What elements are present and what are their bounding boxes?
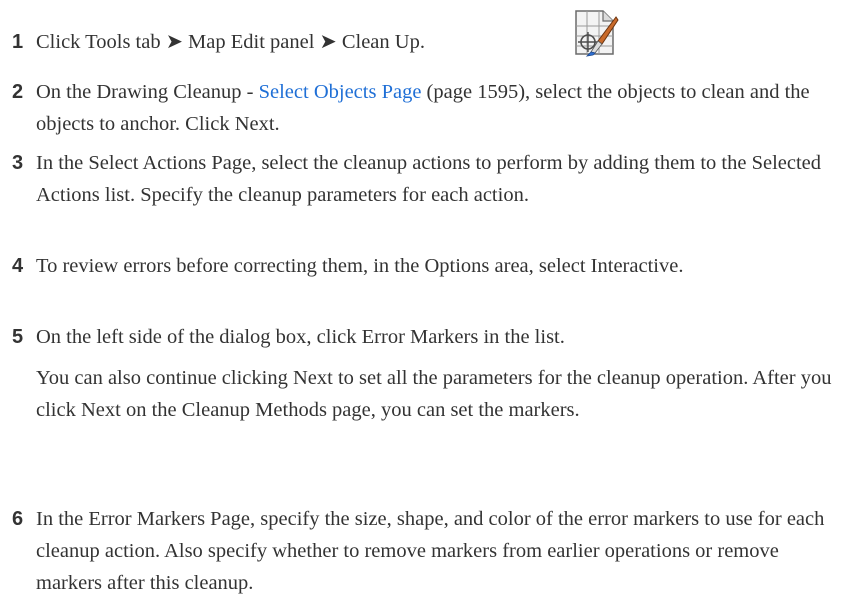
step-text: On the left side of the dialog box, clic… — [36, 326, 565, 348]
step-1: 1 Click Tools tab ➤ Map Edit panel ➤ Cle… — [12, 26, 847, 58]
step-number: 6 — [12, 508, 24, 530]
step-number: 2 — [12, 81, 24, 103]
step-4: 4 To review errors before correcting the… — [12, 250, 847, 282]
step-2: 2 On the Drawing Cleanup - Select Object… — [12, 76, 847, 140]
step-number: 4 — [12, 255, 24, 277]
step-text: To review errors before correcting them,… — [36, 255, 684, 277]
cleanup-tool-icon[interactable] — [573, 8, 619, 58]
step-5: 5 On the left side of the dialog box, cl… — [12, 321, 847, 426]
step-number: 5 — [12, 326, 24, 348]
step-number: 1 — [12, 31, 24, 53]
step-note: You can also continue clicking Next to s… — [36, 367, 832, 421]
step-6: 6 In the Error Markers Page, specify the… — [12, 503, 847, 599]
step-number: 3 — [12, 152, 24, 174]
step-text: Click Tools tab ➤ Map Edit panel ➤ Clean… — [36, 31, 425, 53]
step-text: In the Error Markers Page, specify the s… — [36, 508, 825, 594]
step-text: In the Select Actions Page, select the c… — [36, 152, 822, 206]
step-text-before: On the Drawing Cleanup - — [36, 81, 259, 103]
step-text: On the Drawing Cleanup - Select Objects … — [36, 76, 847, 140]
step-3: 3 In the Select Actions Page, select the… — [12, 147, 847, 211]
select-objects-page-link[interactable]: Select Objects Page — [259, 81, 422, 103]
